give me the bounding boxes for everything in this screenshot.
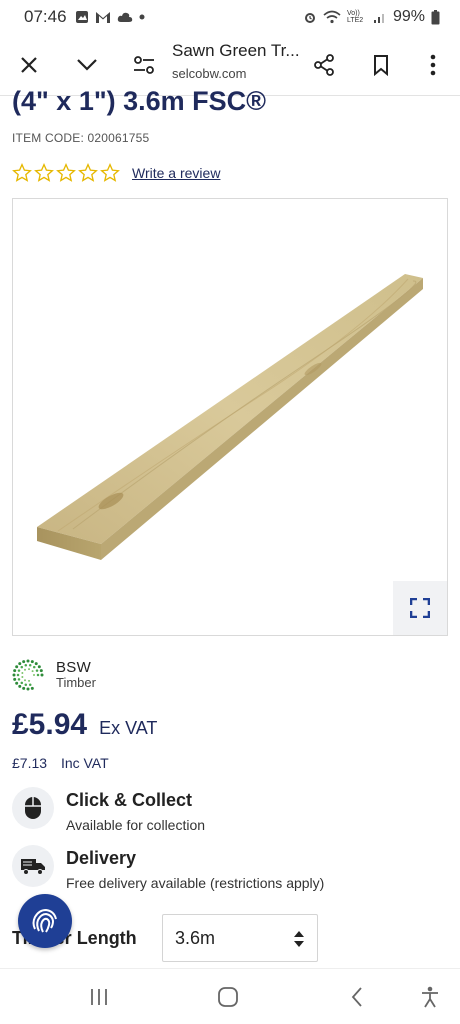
accessibility-icon	[422, 986, 438, 1008]
star-rating	[12, 163, 120, 183]
star-icon	[78, 163, 98, 182]
click-collect-subtitle: Available for collection	[66, 817, 206, 833]
gallery-icon	[75, 11, 88, 23]
more-menu-button[interactable]	[411, 43, 455, 87]
brand-subtitle: Timber	[56, 675, 96, 691]
delivery-option: Delivery Free delivery available (restri…	[12, 845, 324, 891]
price-ex-vat: £5.94 Ex VAT	[12, 708, 157, 742]
length-select[interactable]: 3.6m	[162, 914, 318, 962]
fullscreen-icon	[410, 598, 430, 618]
price-ex-value: £5.94	[12, 708, 88, 741]
page-settings-icon	[134, 56, 154, 74]
network-label: Vo)) LTE2	[346, 10, 364, 24]
gmail-icon	[95, 11, 110, 23]
accessibility-button[interactable]	[414, 981, 446, 1013]
price-inc-value: £7.13	[12, 755, 48, 771]
product-image-frame[interactable]	[12, 198, 448, 636]
dot-icon	[139, 14, 145, 20]
brand-name: BSW	[56, 659, 92, 677]
home-icon	[218, 987, 238, 1007]
battery-percent: 99%	[392, 8, 425, 25]
bsw-logo-icon	[12, 659, 44, 691]
click-collect-title: Click & Collect	[66, 790, 193, 810]
page-settings-button[interactable]	[122, 43, 166, 87]
fingerprint-icon	[32, 908, 57, 933]
fullscreen-button[interactable]	[393, 581, 447, 635]
share-button[interactable]	[302, 43, 346, 87]
star-icon	[100, 163, 120, 182]
status-bar: 07:46 Vo)) LTE2 99%	[0, 0, 460, 34]
cloud-icon	[117, 12, 132, 22]
url-block[interactable]: Sawn Green Tr... selcobw.com	[172, 41, 302, 81]
price-ex-label: Ex VAT	[99, 718, 158, 738]
back-icon	[351, 987, 362, 1007]
notification-icons	[75, 10, 145, 24]
select-arrows-icon	[294, 931, 304, 947]
collapse-button[interactable]	[65, 43, 109, 87]
mouse-icon	[25, 797, 41, 819]
status-right: Vo)) LTE2 99%	[303, 8, 440, 26]
android-nav-bar	[0, 968, 460, 1024]
page-domain: selcobw.com	[172, 66, 247, 81]
star-icon	[34, 163, 54, 182]
share-icon	[314, 54, 334, 76]
bookmark-icon	[374, 55, 388, 76]
delivery-subtitle: Free delivery available (restrictions ap…	[66, 875, 325, 891]
home-button[interactable]	[212, 981, 244, 1013]
wifi-icon	[323, 10, 341, 24]
rating-row: Write a review	[12, 163, 220, 183]
battery-icon	[431, 9, 440, 24]
close-icon	[21, 57, 37, 73]
price-inc-label: Inc VAT	[60, 755, 109, 771]
star-icon	[12, 163, 32, 182]
status-time: 07:46	[24, 7, 67, 26]
star-icon	[56, 163, 76, 182]
chevron-down-icon	[77, 59, 97, 71]
click-collect-option: Click & Collect Available for collection	[12, 787, 205, 833]
truck-icon	[21, 859, 45, 875]
length-selected-value: 3.6m	[175, 927, 216, 948]
recents-icon	[91, 989, 107, 1005]
item-code: ITEM CODE: 020061755	[12, 131, 150, 145]
price-inc-vat: £7.13 Inc VAT	[12, 755, 109, 771]
product-title: (4" x 1") 3.6m FSC®	[12, 86, 267, 116]
brand-logo[interactable]: BSW Timber	[12, 659, 96, 691]
recents-button[interactable]	[83, 981, 115, 1013]
write-review-link[interactable]: Write a review	[132, 165, 220, 181]
product-image	[37, 274, 423, 560]
close-tab-button[interactable]	[7, 43, 51, 87]
more-icon	[430, 54, 436, 76]
delivery-title: Delivery	[66, 848, 137, 868]
alarm-icon	[304, 13, 315, 23]
back-button[interactable]	[341, 981, 373, 1013]
page-title: Sawn Green Tr...	[172, 41, 300, 60]
bookmark-button[interactable]	[359, 43, 403, 87]
signal-icon	[373, 13, 384, 23]
biometric-fab-button[interactable]	[18, 894, 72, 948]
